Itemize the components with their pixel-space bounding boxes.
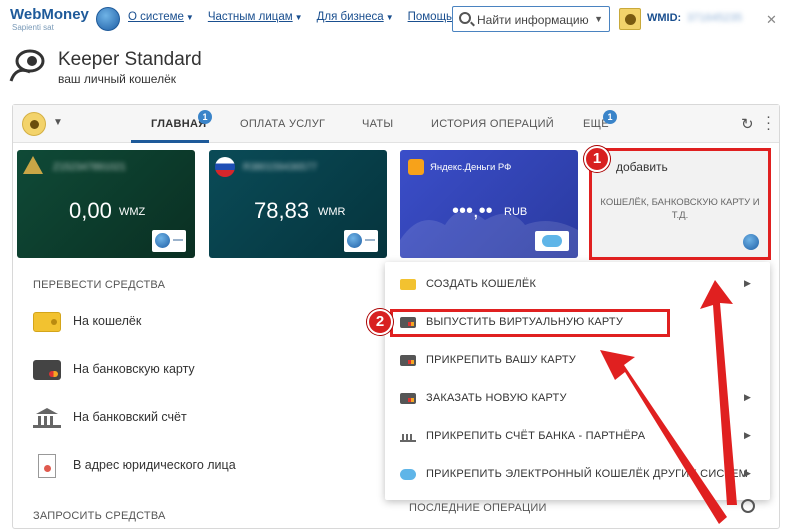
wallet-card-yandex[interactable]: Яндекс.Деньги РФ •••,•• RUB	[400, 150, 578, 258]
document-icon	[38, 454, 56, 478]
nav-individuals[interactable]: Частным лицам ▼	[208, 11, 303, 23]
webmoney-badge-icon	[152, 230, 186, 252]
top-bar: WebMoney Sapienti sat О системе ▼ Частным…	[0, 0, 789, 40]
menu-item-order-card[interactable]: ЗАКАЗАТЬ НОВУЮ КАРТУ ▶	[385, 379, 770, 417]
highlight-virtual-card	[390, 309, 670, 337]
wallet-card-wmr[interactable]: R380159436577 78,83 WMR	[209, 150, 387, 258]
notification-badge: 1	[603, 110, 617, 124]
recent-operations-title: ПОСЛЕДНИЕ ОПЕРАЦИИ	[409, 502, 547, 514]
pyramid-icon	[23, 156, 43, 174]
chevron-right-icon: ▶	[744, 430, 751, 440]
logo-text: WebMoney	[10, 6, 89, 23]
page-title: Keeper Standard	[58, 49, 202, 70]
cloud-icon	[535, 231, 569, 251]
nav-business[interactable]: Для бизнеса ▼	[317, 11, 394, 23]
bank-icon	[33, 408, 61, 428]
menu-item-label: ПРИКРЕПИТЬ ЭЛЕКТРОННЫЙ КОШЕЛЁК ДРУГИХ СИ…	[426, 468, 749, 480]
search-icon	[459, 12, 471, 24]
tab-history[interactable]: ИСТОРИЯ ОПЕРАЦИЙ	[431, 118, 554, 130]
webmoney-logo[interactable]: WebMoney Sapienti sat	[10, 6, 89, 32]
history-clock-icon[interactable]	[741, 499, 755, 513]
active-tab-indicator	[131, 140, 209, 143]
webmoney-globe-icon	[96, 7, 120, 31]
wallet-currency: WMR	[318, 206, 346, 218]
wmid-label: WMID:	[647, 12, 682, 24]
more-menu-icon[interactable]: · · ·	[766, 109, 771, 136]
wallet-number: R380159436577	[243, 162, 317, 173]
keeper-eye-icon	[9, 49, 45, 82]
chevron-right-icon: ▶	[744, 392, 751, 402]
webmoney-badge-icon	[344, 230, 378, 252]
list-item-label: На кошелёк	[73, 314, 142, 328]
refresh-icon[interactable]: ↻	[741, 115, 754, 133]
wallet-title: Яндекс.Деньги РФ	[430, 162, 512, 173]
chevron-down-icon[interactable]: ▼	[594, 14, 603, 24]
menu-item-label: ПРИКРЕПИТЬ СЧЁТ БАНКА - ПАРТНЁРА	[426, 430, 646, 442]
notification-badge: 1	[198, 110, 212, 124]
list-item-label: В адрес юридического лица	[73, 458, 236, 472]
cloud-icon	[400, 469, 416, 480]
page-subtitle: ваш личный кошелёк	[58, 72, 177, 86]
request-section-title: ЗАПРОСИТЬ СРЕДСТВА	[33, 510, 166, 522]
search-input[interactable]: Найти информацию ▼	[452, 6, 610, 32]
yandex-money-icon	[408, 159, 424, 175]
wallet-currency: WMZ	[119, 206, 146, 218]
wallet-number: Z152347891021	[53, 162, 126, 173]
chevron-down-icon[interactable]: ▼	[53, 117, 63, 128]
search-placeholder: Найти информацию	[477, 13, 589, 27]
menu-item-label: СОЗДАТЬ КОШЕЛЁК	[426, 278, 537, 290]
menu-item-label: ПРИКРЕПИТЬ ВАШУ КАРТУ	[426, 354, 576, 366]
bank-card-icon	[33, 360, 61, 380]
step-marker-1: 1	[584, 146, 610, 172]
menu-item-attach-bank[interactable]: ПРИКРЕПИТЬ СЧЁТ БАНКА - ПАРТНЁРА ▶	[385, 417, 770, 455]
list-item-label: На банковскую карту	[73, 362, 195, 376]
avatar[interactable]	[619, 8, 641, 30]
wallet-icon	[33, 312, 61, 332]
chevron-right-icon: ▶	[744, 468, 751, 478]
wallet-balance: 0,00	[69, 198, 112, 223]
step-marker-2: 2	[367, 309, 393, 335]
tab-payments[interactable]: ОПЛАТА УСЛУГ	[240, 118, 325, 130]
wallet-card-wmz[interactable]: Z152347891021 0,00 WMZ	[17, 150, 195, 258]
top-navigation: О системе ▼ Частным лицам ▼ Для бизнеса ▼ П…	[128, 11, 476, 23]
tabs-bar: ▼ ГЛАВНАЯ 1 ОПЛАТА УСЛУГ ЧАТЫ ИСТОРИЯ ОП…	[13, 105, 779, 143]
wallet-balance: •••,••	[452, 200, 493, 222]
card-icon	[400, 355, 416, 366]
bank-icon	[400, 431, 416, 442]
wallet-currency: RUB	[504, 206, 528, 218]
list-item-label: На банковский счёт	[73, 410, 187, 424]
add-dropdown-menu: СОЗДАТЬ КОШЕЛЁК ▶ ВЫПУСТИТЬ ВИРТУАЛЬНУЮ …	[385, 262, 770, 500]
russia-flag-icon	[215, 157, 235, 177]
tab-chats[interactable]: ЧАТЫ	[362, 118, 393, 130]
menu-item-attach-ewallet[interactable]: ПРИКРЕПИТЬ ЭЛЕКТРОННЫЙ КОШЕЛЁК ДРУГИХ СИ…	[385, 455, 770, 493]
transfer-section-title: ПЕРЕВЕСТИ СРЕДСТВА	[33, 279, 166, 291]
highlight-add-card	[589, 148, 771, 260]
avatar[interactable]	[22, 112, 46, 136]
menu-item-attach-card[interactable]: ПРИКРЕПИТЬ ВАШУ КАРТУ	[385, 341, 770, 379]
nav-about[interactable]: О системе ▼	[128, 11, 194, 23]
wallet-icon	[400, 279, 416, 290]
wallet-balance: 78,83	[254, 198, 310, 223]
close-icon[interactable]: ✕	[766, 12, 777, 28]
logo-tagline: Sapienti sat	[12, 23, 54, 32]
chevron-right-icon: ▶	[744, 278, 751, 288]
card-icon	[400, 393, 416, 404]
wmid-value: 371645235	[687, 12, 743, 24]
menu-item-label: ЗАКАЗАТЬ НОВУЮ КАРТУ	[426, 392, 567, 404]
menu-item-create-wallet[interactable]: СОЗДАТЬ КОШЕЛЁК ▶	[385, 265, 770, 303]
